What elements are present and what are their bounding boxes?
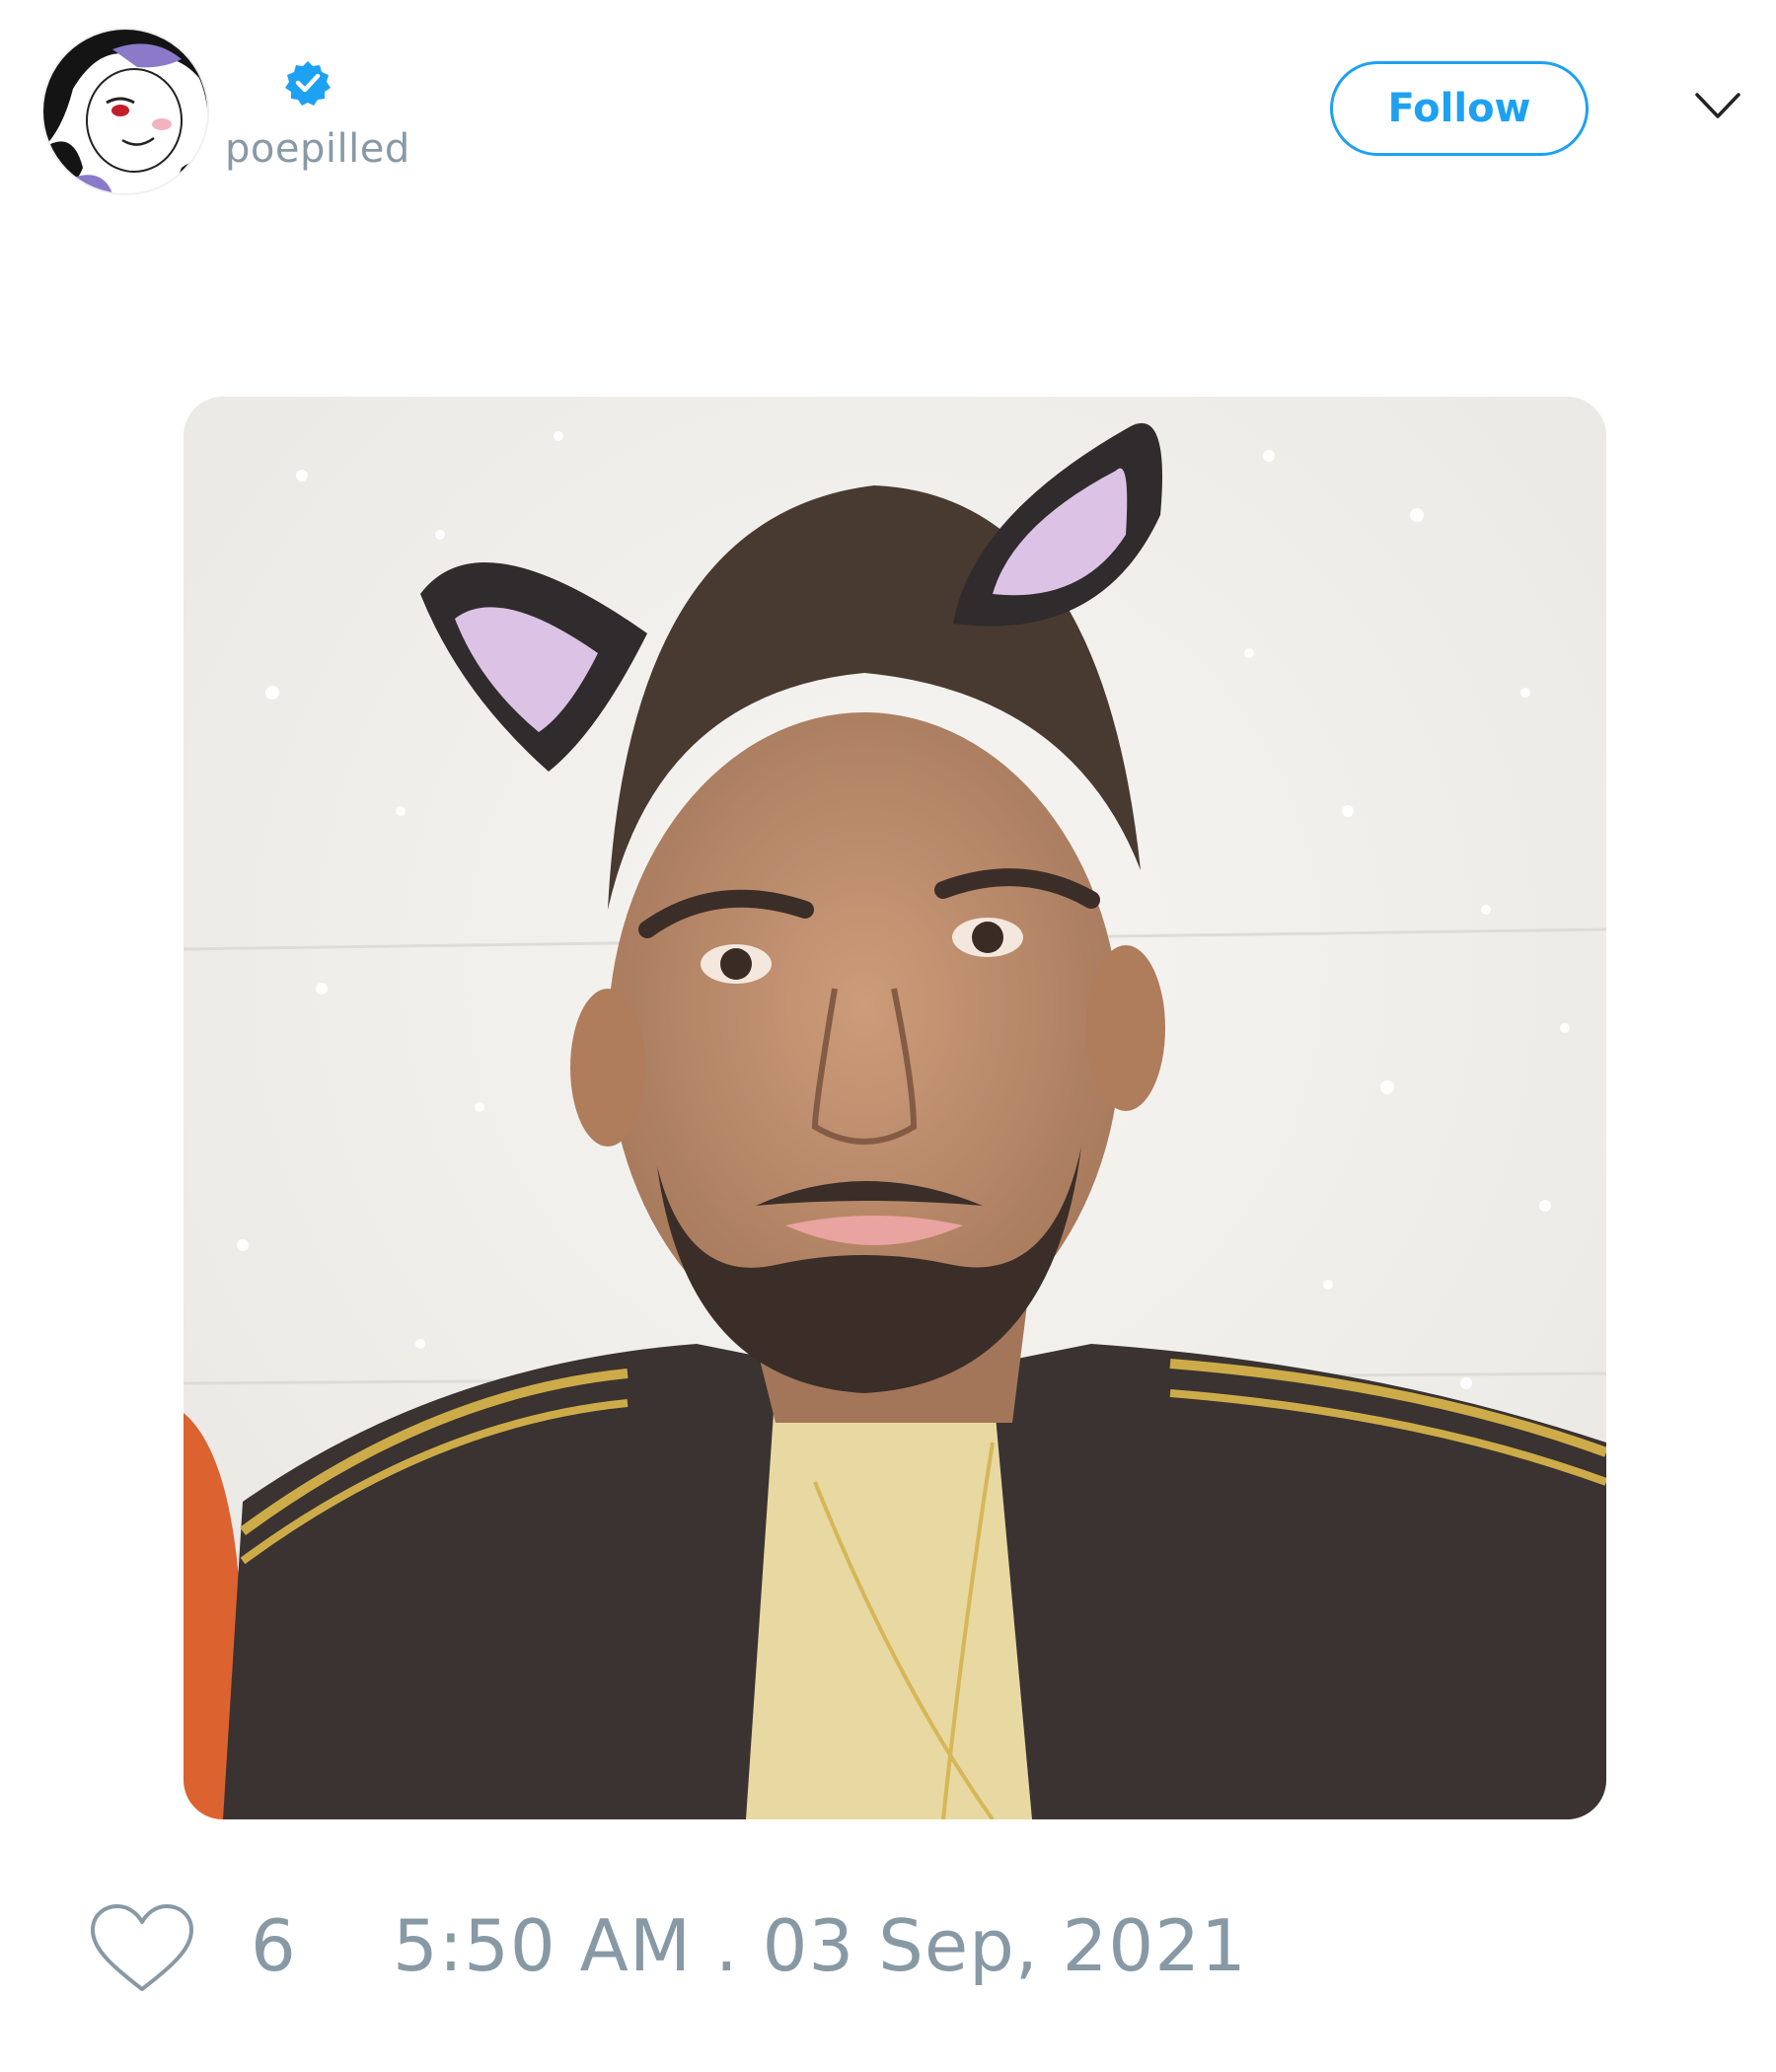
heart-outline-icon[interactable]: [89, 1902, 195, 1997]
author-handle[interactable]: poepilled: [225, 126, 410, 172]
verified-badge-icon: [285, 61, 331, 106]
author-avatar[interactable]: [43, 30, 207, 193]
like-count: 6: [251, 1904, 296, 1987]
tweet-timestamp[interactable]: 5:50 AM . 03 Sep, 2021: [393, 1904, 1247, 1987]
chevron-down-icon[interactable]: [1693, 89, 1742, 122]
photo-man-with-cat-ears: [184, 397, 1606, 1819]
follow-button[interactable]: Follow: [1330, 61, 1589, 156]
anime-avatar-icon: [43, 30, 207, 193]
tweet-media-photo[interactable]: [184, 397, 1606, 1819]
